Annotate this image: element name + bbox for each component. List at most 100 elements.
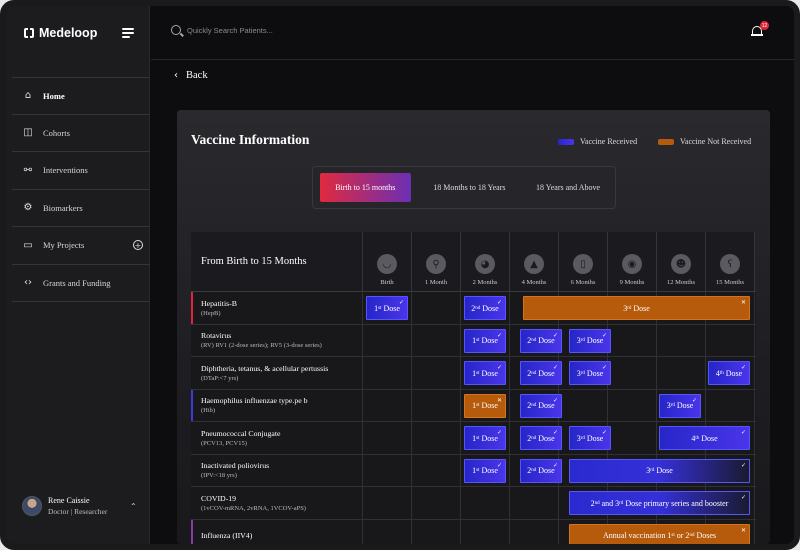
- logo[interactable]: Medeloop: [24, 26, 97, 40]
- legend-swatch-not-received: [658, 138, 674, 145]
- check-icon: ✓: [552, 364, 558, 371]
- dose-received[interactable]: 1st Dose ✓: [464, 328, 506, 353]
- tab-18-months-to-18-years[interactable]: 18 Months to 18 Years: [421, 173, 518, 202]
- dose-received[interactable]: 2nd Dose ✓: [520, 393, 562, 418]
- dose-not-received[interactable]: 1st Dose ✕: [464, 393, 506, 418]
- age-label: 1 Month: [424, 279, 448, 286]
- legend-label: Vaccine Not Received: [680, 137, 752, 146]
- code-icon: ‹›: [24, 277, 32, 289]
- dose-received[interactable]: 2nd Dose ✓: [520, 328, 562, 353]
- add-project-icon[interactable]: +: [133, 240, 143, 251]
- notification-bell-icon[interactable]: 12: [751, 21, 769, 37]
- age-label: 15 Months: [716, 279, 744, 286]
- dose-received[interactable]: 4th Dose ✓: [708, 361, 750, 385]
- page-title: Vaccine Information: [191, 132, 310, 147]
- back-label: Back: [186, 70, 208, 81]
- vaccine-name: Diphtheria, tetanus, & acellular pertuss…: [201, 363, 329, 373]
- vaccine-schedule-table: From Birth to 15 Months ◡ Birth ⚲ 1 Month …: [191, 232, 756, 544]
- menu-toggle-icon[interactable]: [122, 28, 134, 40]
- sidebar-item-label: Biomarkers: [43, 202, 83, 213]
- dose-received[interactable]: 3rd Dose ✓: [659, 393, 701, 418]
- logo-icon: [24, 28, 34, 38]
- cohorts-icon: ◫: [23, 127, 33, 139]
- dose-received[interactable]: 2nd and 3rd Dose primary series and boos…: [569, 491, 750, 515]
- dose-received[interactable]: 2nd Dose ✓: [520, 361, 562, 385]
- dose-received[interactable]: 3rd Dose ✓: [569, 328, 611, 353]
- chevron-up-icon[interactable]: ⌃: [130, 502, 137, 511]
- table-row-pcv[interactable]: Pneumococcal Conjugate (PCV13, PCV15) 1st…: [191, 422, 756, 455]
- sidebar-item-label: My Projects: [43, 240, 85, 251]
- vaccine-card: Vaccine Information Vaccine Received Vac…: [177, 110, 770, 544]
- age-column-15-months: ʕ 15 Months: [706, 232, 755, 291]
- legend-received: Vaccine Received: [558, 137, 637, 146]
- dose-received[interactable]: 3rd Dose ✓: [569, 426, 611, 450]
- teddy-bear-icon: ʕ: [720, 254, 740, 274]
- legend-label: Vaccine Received: [580, 137, 638, 146]
- baby-icon: ☻: [671, 254, 691, 274]
- sidebar-item-label: Interventions: [43, 165, 88, 176]
- sidebar-item-my-projects[interactable]: ▭ My Projects +: [12, 227, 149, 265]
- sidebar-item-grants[interactable]: ‹› Grants and Funding: [12, 265, 149, 302]
- duck-icon: ◕: [475, 254, 495, 274]
- check-icon: ✓: [691, 396, 697, 404]
- check-icon: ✓: [740, 364, 746, 371]
- age-column-1-month: ⚲ 1 Month: [412, 232, 461, 291]
- dose-received[interactable]: 2nd Dose ✓: [464, 296, 506, 320]
- age-column-2-months: ◕ 2 Months: [461, 232, 510, 291]
- back-button[interactable]: ‹ Back: [174, 70, 208, 81]
- sidebar-item-biomarkers[interactable]: ⚙ Biomarkers: [12, 190, 149, 227]
- table-row-influenza[interactable]: Influenza (IIV4) Annual vaccination 1st …: [191, 519, 756, 544]
- close-icon: ✕: [740, 299, 746, 306]
- tab-18-years-and-above[interactable]: 18 Years and Above: [528, 173, 608, 202]
- dose-received[interactable]: 1st Dose ✓: [464, 361, 506, 385]
- sidebar-item-interventions[interactable]: ⚯ Interventions: [12, 152, 149, 190]
- dose-received[interactable]: 2nd Dose ✓: [520, 426, 562, 450]
- table-row-covid-19[interactable]: COVID-19 (1vCOV-mRNA, 2vRNA, 1VCOV-aPS) 2…: [191, 487, 756, 520]
- table-row-hepatitis-b[interactable]: Hepatitis-B (HepB) 1st Dose ✓ 2nd Dose ✓ 3r…: [191, 292, 756, 325]
- table-row-dtap[interactable]: Diphtheria, tetanus, & acellular pertuss…: [191, 357, 756, 390]
- dose-received[interactable]: 1st Dose ✓: [464, 458, 506, 483]
- dose-received[interactable]: 1st Dose ✓: [366, 296, 408, 320]
- user-role: Doctor | Researcher: [48, 507, 108, 516]
- sidebar-item-home[interactable]: ⌂ Home: [12, 77, 149, 115]
- dose-received[interactable]: 1st Dose ✓: [464, 426, 506, 450]
- age-column-9-months: ◉ 9 Months: [608, 232, 657, 291]
- dose-not-received[interactable]: 3rd Dose ✕: [523, 296, 750, 320]
- vaccine-name: Rotavirus: [201, 331, 232, 341]
- vaccine-name: Influenza (IIV4): [201, 530, 253, 540]
- bottle-icon: ▯: [573, 254, 593, 274]
- check-icon: ✓: [496, 429, 502, 436]
- dose-received[interactable]: 4th Dose ✓: [659, 426, 750, 450]
- table-row-ipv[interactable]: Inactivated poliovirus (IPV:<18 yrs) 1st …: [191, 454, 756, 487]
- check-icon: ✓: [496, 364, 502, 371]
- dose-received[interactable]: 3rd Dose ✓: [569, 458, 750, 483]
- search-input[interactable]: [187, 22, 487, 38]
- age-tabs: Birth to 15 months 18 Months to 18 Years…: [312, 166, 616, 209]
- dose-received[interactable]: 3rd Dose ✓: [569, 361, 611, 385]
- sidebar-item-label: Grants and Funding: [43, 277, 111, 288]
- table-row-hib[interactable]: Haemophilus influenzae type.pe b (Hib) 1s…: [191, 389, 756, 422]
- sidebar: Medeloop ⌂ Home ◫ Cohorts ⚯ Intervention…: [6, 6, 150, 544]
- check-icon: ✓: [601, 364, 607, 371]
- user-profile[interactable]: Rene Caissie Doctor | Researcher ⌃: [22, 496, 137, 516]
- check-icon: ✓: [496, 331, 502, 339]
- dose-not-received[interactable]: Annual vaccination 1st or 2nd Doses ✕: [569, 523, 750, 544]
- ball-icon: ◉: [622, 254, 642, 274]
- age-label: 12 Months: [667, 279, 695, 286]
- age-label: 2 Months: [472, 279, 498, 286]
- stacking-toy-icon: ▲: [524, 254, 544, 274]
- age-label: Birth: [380, 279, 394, 286]
- age-label: 4 Months: [521, 279, 547, 286]
- table-header: From Birth to 15 Months ◡ Birth ⚲ 1 Month …: [191, 232, 756, 292]
- vaccine-name: Haemophilus influenzae type.pe b: [201, 396, 308, 406]
- vaccine-subtitle: (Hib): [201, 407, 216, 415]
- age-column-12-months: ☻ 12 Months: [657, 232, 706, 291]
- sidebar-item-cohorts[interactable]: ◫ Cohorts: [12, 115, 149, 152]
- dose-received[interactable]: 2nd Dose ✓: [520, 458, 562, 483]
- vaccine-name: Pneumococcal Conjugate: [201, 428, 281, 438]
- tab-birth-to-15-months[interactable]: Birth to 15 months: [320, 173, 411, 202]
- table-row-rotavirus[interactable]: Rotavirus (RV) RV1 (2-dose series); RV5 (…: [191, 324, 756, 357]
- user-name: Rene Caissie: [48, 496, 90, 505]
- check-icon: ✓: [552, 429, 558, 436]
- vaccine-name: COVID-19: [201, 493, 237, 503]
